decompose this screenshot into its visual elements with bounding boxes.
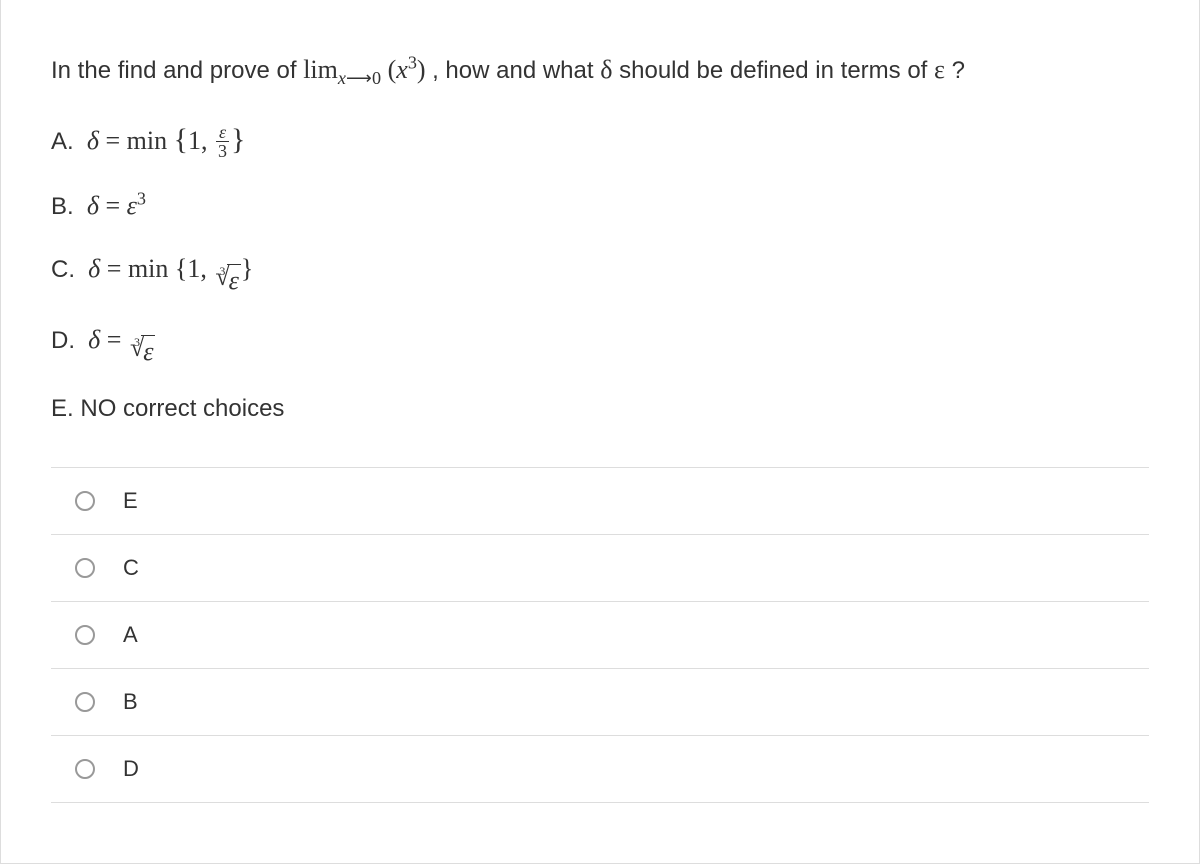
option-c[interactable]: C xyxy=(51,534,1149,601)
option-e[interactable]: E xyxy=(51,467,1149,534)
option-label: E xyxy=(123,488,138,514)
choice-a: A. δ = min {1, ε3} xyxy=(51,117,1149,162)
radio-icon[interactable] xyxy=(75,558,95,578)
question-part3: should be defined in terms of xyxy=(619,57,934,84)
question-part2: , how and what xyxy=(432,57,600,84)
question-prompt: In the find and prove of limx⟶0 (x3) , h… xyxy=(51,50,1149,89)
choice-d: D. δ = 3√ε xyxy=(51,320,1149,367)
option-label: C xyxy=(123,555,139,581)
choice-b: B. δ = ε3 xyxy=(51,186,1149,225)
limit-expression: limx⟶0 (x3) xyxy=(303,55,432,84)
option-label: B xyxy=(123,689,138,715)
option-label: D xyxy=(123,756,139,782)
delta-symbol: δ xyxy=(600,55,612,84)
radio-icon[interactable] xyxy=(75,692,95,712)
option-a[interactable]: A xyxy=(51,601,1149,668)
epsilon-symbol: ε xyxy=(934,55,945,84)
option-d[interactable]: D xyxy=(51,735,1149,803)
radio-icon[interactable] xyxy=(75,625,95,645)
radio-icon[interactable] xyxy=(75,491,95,511)
question-container: In the find and prove of limx⟶0 (x3) , h… xyxy=(0,0,1200,864)
choice-e: E. NO correct choices xyxy=(51,391,1149,427)
answer-options: E C A B D xyxy=(51,467,1149,803)
option-label: A xyxy=(123,622,138,648)
option-b[interactable]: B xyxy=(51,668,1149,735)
choice-c: C. δ = min {1, 3√ε} xyxy=(51,249,1149,296)
question-part4: ? xyxy=(952,57,965,84)
radio-icon[interactable] xyxy=(75,759,95,779)
question-part1: In the find and prove of xyxy=(51,57,303,84)
